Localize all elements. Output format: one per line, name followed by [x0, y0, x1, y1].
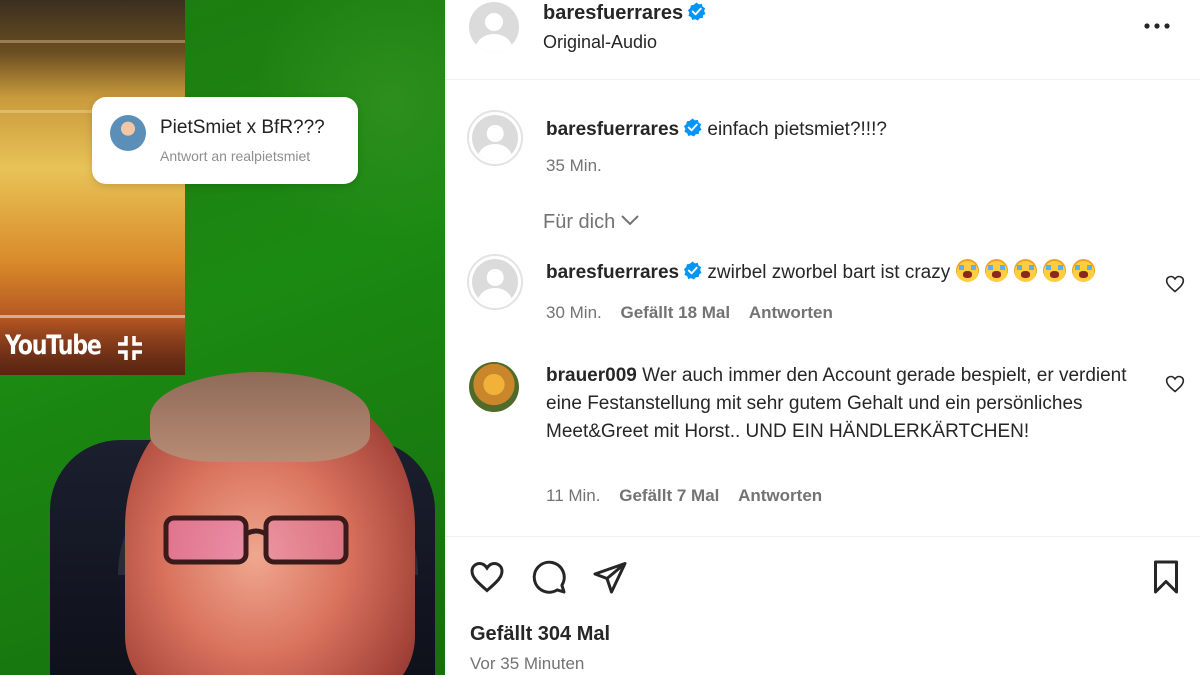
comment-sort-dropdown[interactable]: Für dich [543, 211, 639, 234]
comment-avatar[interactable] [469, 362, 519, 412]
verified-icon [684, 118, 702, 137]
crying-face-emoji [956, 259, 980, 282]
caption-username[interactable]: baresfuerrares [546, 119, 679, 140]
comment-avatar-ring[interactable] [467, 254, 523, 310]
for-you-label: Für dich [543, 211, 616, 233]
comment-likes[interactable]: Gefällt 7 Mal [619, 486, 719, 505]
comment-time[interactable]: 30 Min. [546, 303, 602, 322]
post-time[interactable]: Vor 35 Minuten [470, 654, 584, 674]
reply-avatar [110, 115, 146, 151]
comment-avatar [472, 259, 518, 305]
author-username[interactable]: baresfuerrares [543, 2, 683, 24]
share-icon[interactable] [592, 559, 628, 595]
reply-sticker[interactable]: PietSmiet x BfR??? Antwort an realpietsm… [92, 97, 358, 184]
crying-face-emoji [985, 259, 1009, 282]
video-inset-sunset [0, 0, 185, 375]
youtube-watermark: YouTube [5, 330, 102, 361]
heart-icon[interactable] [469, 559, 505, 595]
action-bar: Gefällt 304 Mal Vor 35 Minuten [445, 536, 1200, 675]
chevron-down-icon [621, 215, 639, 226]
comment-meta: 11 Min. Gefällt 7 Mal Antworten [546, 486, 836, 506]
comment-username[interactable]: baresfuerrares [546, 262, 679, 283]
video-hair [150, 372, 370, 462]
comment-time[interactable]: 11 Min. [546, 486, 601, 505]
reply-button[interactable]: Antworten [749, 303, 833, 322]
comment-like-heart-icon[interactable] [1165, 374, 1185, 394]
caption-body: baresfuerrares einfach pietsmiet?!!!? [546, 116, 1136, 144]
comment-likes[interactable]: Gefällt 18 Mal [620, 303, 730, 322]
verified-icon [688, 2, 706, 21]
caption-meta: 35 Min. [546, 156, 616, 176]
reply-title: PietSmiet x BfR??? [160, 117, 325, 138]
minimize-icon [118, 336, 142, 360]
comment-text: zwirbel zworbel bart ist crazy [707, 262, 951, 283]
comment-meta: 30 Min. Gefällt 18 Mal Antworten [546, 303, 847, 323]
caption-avatar-ring[interactable] [467, 110, 523, 166]
author-username-row[interactable]: baresfuerrares [543, 2, 706, 25]
audio-link[interactable]: Original-Audio [543, 32, 657, 53]
comment-body: brauer009 Wer auch immer den Account ger… [546, 362, 1136, 446]
caption-text: einfach pietsmiet?!!!? [707, 119, 887, 140]
reel-video[interactable]: YouTube PietSmiet x BfR??? Antwort an re… [0, 0, 445, 675]
comment-like-heart-icon[interactable] [1165, 274, 1185, 294]
crying-face-emoji [1043, 259, 1067, 282]
caption-time[interactable]: 35 Min. [546, 156, 602, 175]
post-header: baresfuerrares Original-Audio [445, 0, 1200, 80]
reply-button[interactable]: Antworten [738, 486, 822, 505]
crying-face-emoji [1014, 259, 1038, 282]
author-avatar[interactable] [469, 2, 519, 52]
verified-icon [684, 261, 702, 280]
video-glasses [163, 515, 349, 565]
caption-avatar [472, 115, 518, 161]
more-horizontal-icon[interactable] [1142, 14, 1172, 38]
comment-icon[interactable] [531, 559, 567, 595]
post-likes[interactable]: Gefällt 304 Mal [470, 623, 610, 646]
comment-username[interactable]: brauer009 [546, 365, 637, 386]
post-panel: baresfuerrares Original-Audio baresfuerr… [445, 0, 1200, 675]
comment-body: baresfuerrares zwirbel zworbel bart ist … [546, 259, 1136, 287]
bookmark-icon[interactable] [1148, 559, 1184, 595]
reply-subtitle: Antwort an realpietsmiet [160, 148, 311, 164]
crying-face-emoji [1072, 259, 1096, 282]
